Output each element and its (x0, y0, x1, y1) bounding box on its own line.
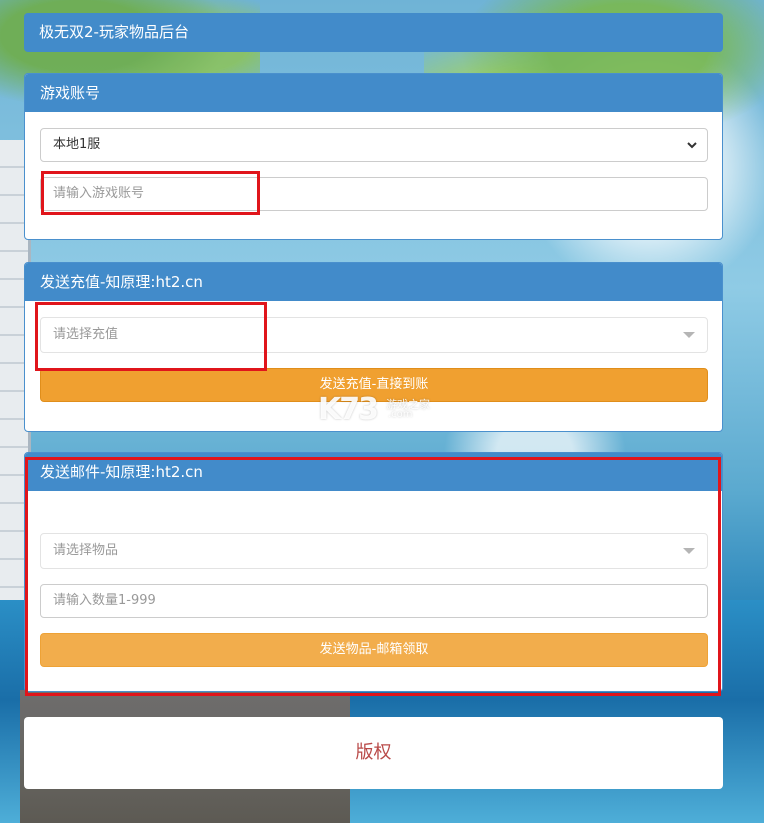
recharge-select[interactable]: 请选择充值 (40, 317, 708, 353)
recharge-panel-title: 发送充值-知原理:ht2.cn (25, 263, 722, 301)
send-item-button[interactable]: 发送物品-邮箱领取 (40, 633, 708, 667)
footer: 版权 (24, 717, 723, 789)
server-select[interactable]: 本地1服 (40, 128, 708, 162)
page-title: 极无双2-玩家物品后台 (39, 23, 189, 41)
page-header: 极无双2-玩家物品后台 (24, 13, 723, 52)
quantity-field[interactable] (40, 584, 708, 618)
quantity-input[interactable] (53, 585, 675, 616)
item-select-placeholder: 请选择物品 (53, 543, 119, 558)
account-input[interactable] (53, 178, 675, 209)
account-panel-title: 游戏账号 (25, 74, 722, 112)
mail-panel-title: 发送邮件-知原理:ht2.cn (25, 453, 722, 491)
item-select[interactable]: 请选择物品 (40, 533, 708, 569)
caret-down-icon (683, 332, 695, 338)
send-item-label: 发送物品-邮箱领取 (319, 642, 429, 657)
mail-panel: 发送邮件-知原理:ht2.cn 请选择物品 发送物品-邮箱领取 (24, 452, 723, 692)
caret-down-icon (683, 548, 695, 554)
copyright-text: 版权 (355, 742, 392, 763)
recharge-select-placeholder: 请选择充值 (53, 327, 119, 342)
account-panel: 游戏账号 本地1服 (24, 73, 723, 240)
server-select-value: 本地1服 (53, 137, 101, 152)
send-recharge-button[interactable]: 发送充值-直接到账 (40, 368, 708, 402)
send-recharge-label: 发送充值-直接到账 (319, 377, 429, 392)
chevron-down-icon (687, 142, 697, 149)
account-field[interactable] (40, 177, 708, 211)
recharge-panel: 发送充值-知原理:ht2.cn 请选择充值 发送充值-直接到账 (24, 262, 723, 432)
